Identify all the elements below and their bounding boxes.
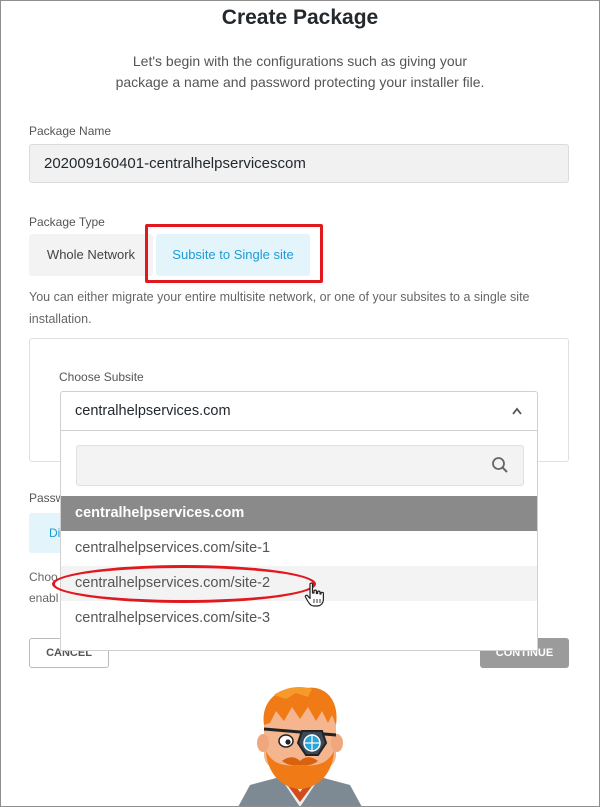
search-icon (491, 456, 509, 479)
intro-text: Let's begin with the configurations such… (115, 53, 485, 90)
package-name-input[interactable]: 202009160401-centralhelpservicescom (29, 144, 569, 183)
subsite-selected-value: centralhelpservices.com (75, 403, 231, 419)
hand-pointer-icon (304, 582, 326, 613)
package-type-help: You can either migrate your entire multi… (29, 290, 530, 326)
dropdown-option[interactable]: centralhelpservices.com/site-3 (61, 601, 537, 636)
page-title: Create Package (221, 6, 379, 29)
package-name-label: Package Name (29, 124, 112, 138)
package-type-label: Package Type (29, 215, 105, 229)
subsite-dropdown: centralhelpservices.com centralhelpservi… (60, 431, 538, 651)
subsite-select[interactable]: centralhelpservices.com (60, 391, 538, 431)
annotation-highlight-box (145, 224, 323, 283)
mascot-illustration (230, 685, 370, 807)
whole-network-button[interactable]: Whole Network (29, 234, 153, 276)
dropdown-option[interactable]: centralhelpservices.com/site-1 (61, 531, 537, 566)
subsite-search-input[interactable] (76, 445, 524, 486)
dropdown-option[interactable]: centralhelpservices.com (61, 496, 537, 531)
annotation-ellipse (52, 565, 316, 603)
choose-subsite-label: Choose Subsite (59, 370, 144, 384)
